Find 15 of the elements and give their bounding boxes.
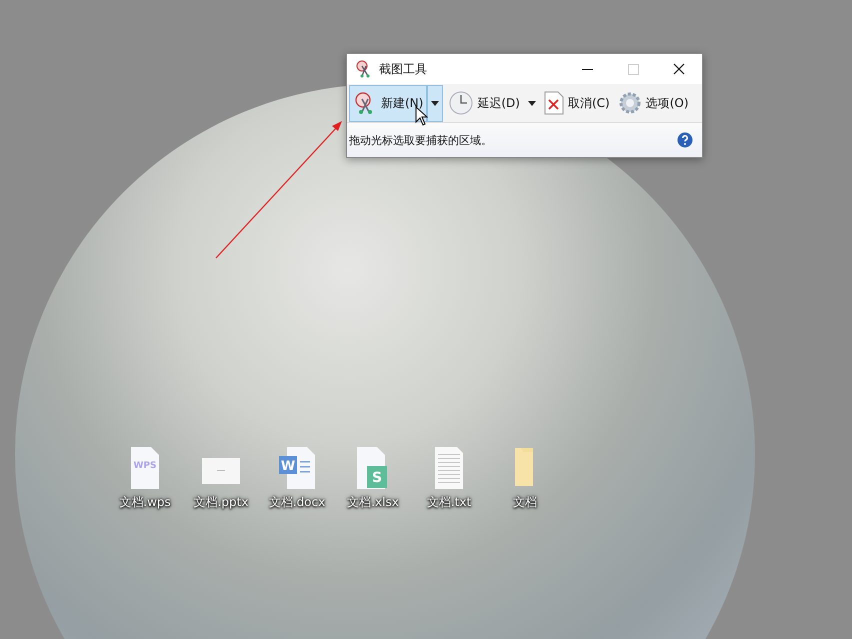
- window-title: 截图工具: [379, 60, 427, 78]
- dropdown-button[interactable]: [427, 84, 444, 122]
- maximize-icon: [628, 64, 638, 74]
- clock-icon: [449, 91, 474, 115]
- toolbar-button[interactable]: 新建(N): [349, 84, 428, 122]
- cancel-document-icon: [544, 91, 564, 115]
- caret-icon: [528, 100, 536, 106]
- toolbar-button[interactable]: 取消(C): [540, 84, 614, 122]
- toolbar-button[interactable]: 选项(O): [614, 84, 693, 122]
- settings-icon: [618, 91, 642, 115]
- close-icon: [673, 63, 685, 75]
- toolbar-button[interactable]: 延迟(D): [445, 84, 540, 122]
- help-icon[interactable]: [677, 132, 693, 148]
- status-text: 拖动光标选取要捕获的区域。: [349, 132, 492, 148]
- caret-icon: [431, 100, 440, 106]
